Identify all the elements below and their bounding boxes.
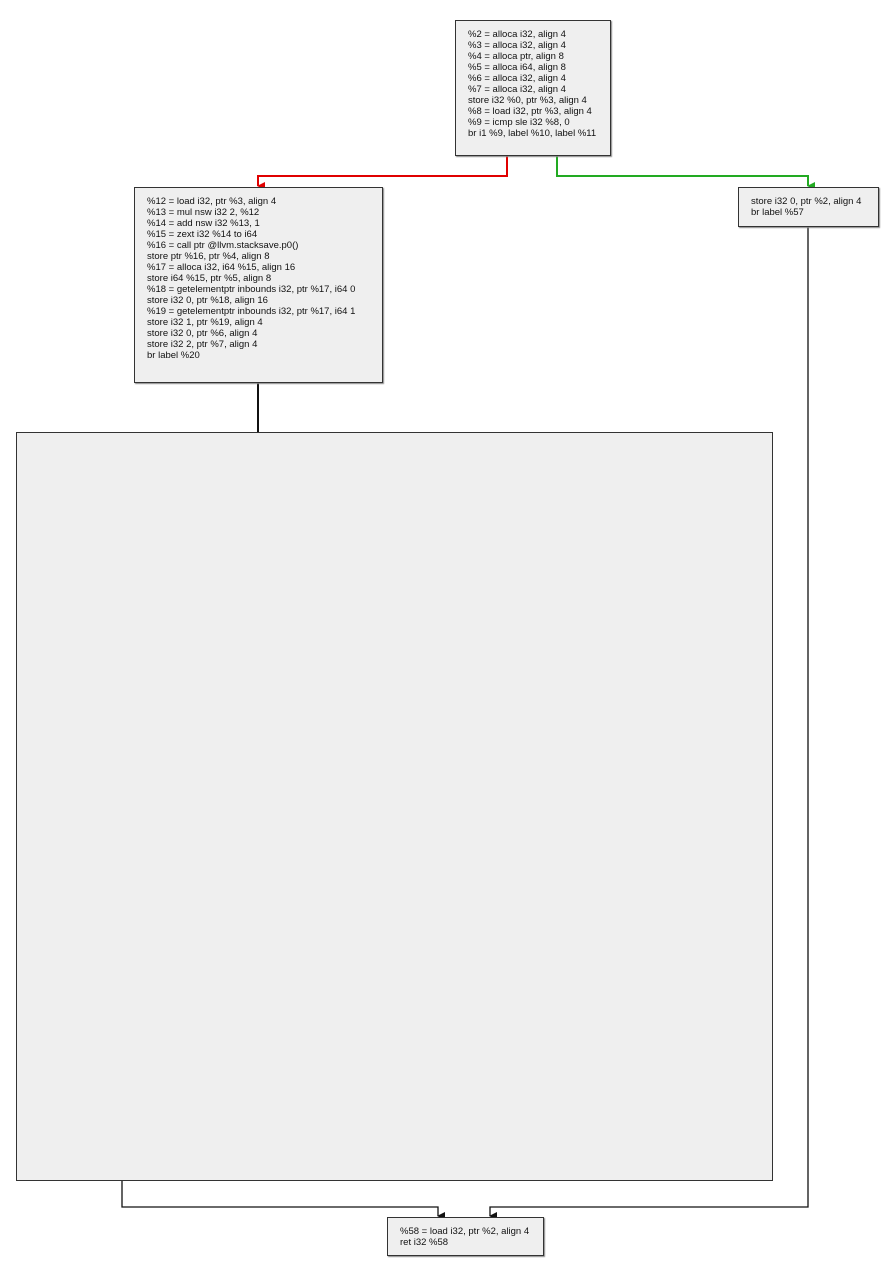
instruction: store i32 1, ptr %19, align 4 — [147, 317, 263, 328]
instruction: store ptr %16, ptr %4, align 8 — [147, 251, 270, 262]
instruction: %8 = load i32, ptr %3, align 4 — [468, 106, 592, 117]
instruction: %58 = load i32, ptr %2, align 4 — [400, 1226, 530, 1237]
instruction: %9 = icmp sle i32 %8, 0 — [468, 117, 570, 128]
instruction: br label %57 — [751, 207, 804, 218]
instruction: store i32 0, ptr %6, align 4 — [147, 328, 258, 339]
instruction: %7 = alloca i32, align 4 — [468, 84, 566, 95]
instruction: store i32 2, ptr %7, align 4 — [147, 339, 258, 350]
instruction: store i32 %0, ptr %3, align 4 — [468, 95, 587, 106]
instruction: ret i32 %58 — [400, 1237, 449, 1248]
instruction: store i64 %15, ptr %5, align 8 — [147, 273, 272, 284]
instruction: br i1 %9, label %10, label %11 — [468, 128, 597, 139]
block-57[interactable]: %58 = load i32, ptr %2, align 4 ret i32 … — [387, 1217, 544, 1256]
instruction: %16 = call ptr @llvm.stacksave.p0() — [147, 240, 299, 251]
instruction: store i32 0, ptr %2, align 4 — [751, 196, 862, 207]
edge-false — [257, 155, 508, 190]
instruction: %3 = alloca i32, align 4 — [468, 40, 566, 51]
instruction: %6 = alloca i32, align 4 — [468, 73, 566, 84]
instruction: %19 = getelementptr inbounds i32, ptr %1… — [147, 306, 356, 317]
instruction: %13 = mul nsw i32 2, %12 — [147, 207, 260, 218]
instruction: br label %20 — [147, 350, 200, 361]
instruction: %14 = add nsw i32 %13, 1 — [147, 218, 260, 229]
instruction: %12 = load i32, ptr %3, align 4 — [147, 196, 277, 207]
block-11[interactable]: %12 = load i32, ptr %3, align 4 %13 = mu… — [134, 187, 383, 383]
entry-block[interactable]: %2 = alloca i32, align 4 %3 = alloca i32… — [455, 20, 611, 156]
instruction: store i32 0, ptr %18, align 16 — [147, 295, 268, 306]
block-10[interactable]: store i32 0, ptr %2, align 4 br label %5… — [738, 187, 879, 227]
instruction: %4 = alloca ptr, align 8 — [468, 51, 564, 62]
instruction: %5 = alloca i64, align 8 — [468, 62, 566, 73]
instruction: %2 = alloca i32, align 4 — [468, 29, 566, 40]
instruction: %17 = alloca i32, i64 %15, align 16 — [147, 262, 296, 273]
edge-loop-exit — [121, 1180, 445, 1220]
loop-cluster[interactable] — [16, 432, 773, 1181]
instruction: %18 = getelementptr inbounds i32, ptr %1… — [147, 284, 356, 295]
edge-true — [556, 155, 815, 190]
instruction: %15 = zext i32 %14 to i64 — [147, 229, 258, 240]
